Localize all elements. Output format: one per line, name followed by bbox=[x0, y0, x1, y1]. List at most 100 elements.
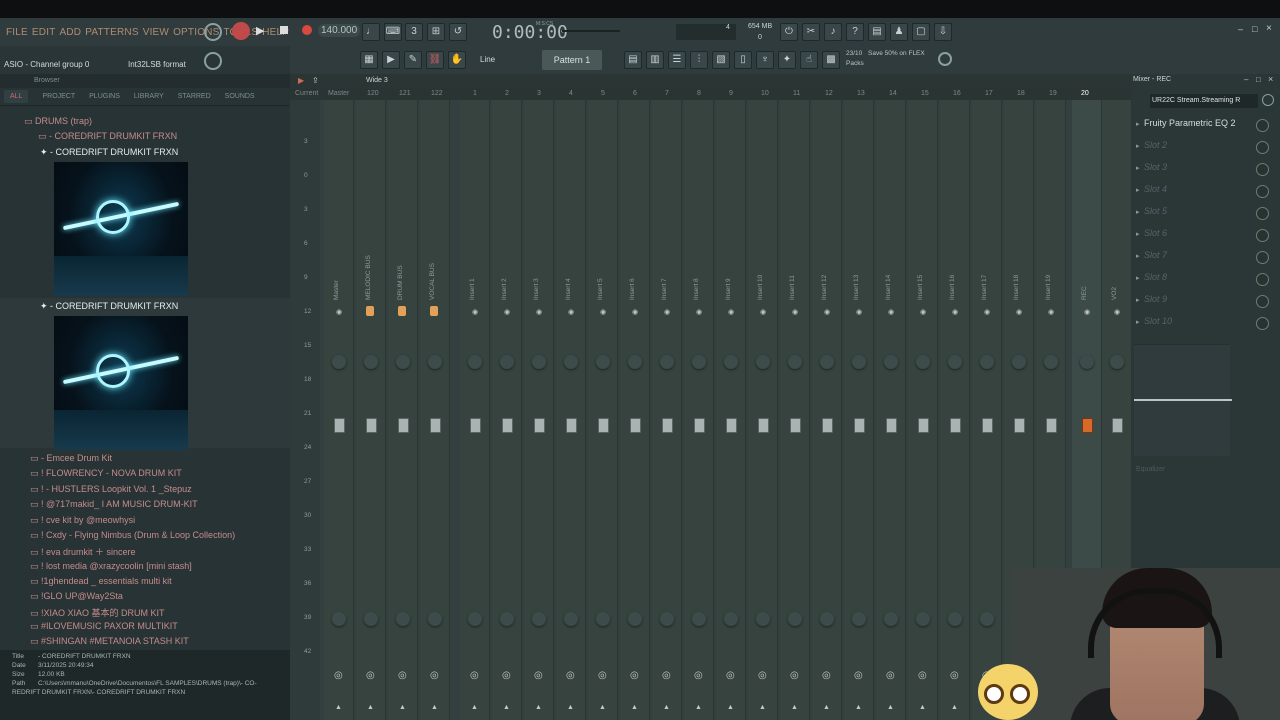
volume-fader[interactable] bbox=[598, 418, 609, 433]
arm-icon[interactable]: ▲ bbox=[855, 704, 862, 711]
pan-knob[interactable] bbox=[852, 355, 866, 369]
folder-item[interactable]: ▭ !1ghendead _ essentials multi kit bbox=[30, 576, 172, 587]
pan-knob[interactable] bbox=[396, 355, 410, 369]
volume-fader[interactable] bbox=[470, 418, 481, 433]
mixer-strip[interactable]: Insert 11 ◉ ◎ ▲ bbox=[780, 100, 810, 720]
pattern-selector[interactable]: Pattern 1 bbox=[542, 50, 602, 70]
insert-slot[interactable]: ▸ Slot 5 bbox=[1132, 204, 1280, 224]
strip-name[interactable]: Master bbox=[333, 250, 340, 300]
mixer-strip[interactable]: Insert 8 ◉ ◎ ▲ bbox=[684, 100, 714, 720]
insert-slot[interactable]: ▸ Slot 4 bbox=[1132, 182, 1280, 202]
folder-item[interactable]: ▭ ! - HUSTLERS Loopkit Vol. 1 _Stepuz bbox=[30, 484, 192, 495]
strip-name[interactable]: Insert 11 bbox=[789, 250, 796, 300]
stamp-icon[interactable]: ✋ bbox=[448, 51, 466, 69]
volume-fader[interactable] bbox=[1014, 418, 1025, 433]
channel-rack-icon[interactable]: ▤ bbox=[624, 51, 642, 69]
fx-toggle-icon[interactable]: ◎ bbox=[398, 670, 407, 681]
stereo-knob[interactable] bbox=[660, 612, 674, 626]
slot-arrow-icon[interactable]: ▸ bbox=[1136, 296, 1140, 304]
mixer-strip[interactable]: VOCAL BUS ◎ ▲ bbox=[420, 100, 450, 720]
pack-item[interactable]: ✦ - COREDRIFT DRUMKIT FRXN bbox=[40, 301, 178, 312]
route-icon[interactable]: ◉ bbox=[984, 308, 990, 316]
record-mode-icon[interactable] bbox=[232, 22, 250, 40]
slot-mix-knob[interactable] bbox=[1256, 295, 1269, 308]
route-icon[interactable]: ◉ bbox=[600, 308, 606, 316]
pan-knob[interactable] bbox=[884, 355, 898, 369]
mixer-strip[interactable]: Insert 2 ◉ ◎ ▲ bbox=[492, 100, 522, 720]
pack-artwork[interactable] bbox=[54, 162, 188, 296]
arm-icon[interactable]: ▲ bbox=[631, 704, 638, 711]
tab-project[interactable]: PROJECT bbox=[42, 93, 75, 100]
strip-name[interactable]: Insert 12 bbox=[821, 250, 828, 300]
pan-knob[interactable] bbox=[948, 355, 962, 369]
knob-icon[interactable] bbox=[204, 52, 222, 70]
volume-fader[interactable] bbox=[566, 418, 577, 433]
pan-knob[interactable] bbox=[724, 355, 738, 369]
tab-library[interactable]: LIBRARY bbox=[134, 93, 164, 100]
pan-knob[interactable] bbox=[532, 355, 546, 369]
promo-text[interactable]: Save 50% on FLEX bbox=[868, 50, 925, 57]
slot-mix-knob[interactable] bbox=[1256, 317, 1269, 330]
mixer-strip[interactable]: Insert 12 ◉ ◎ ▲ bbox=[812, 100, 842, 720]
mixer-strip[interactable]: Insert 3 ◉ ◎ ▲ bbox=[524, 100, 554, 720]
strip-name[interactable]: VOCAL BUS bbox=[429, 250, 436, 300]
fx-toggle-icon[interactable]: ◎ bbox=[662, 670, 671, 681]
volume-fader[interactable] bbox=[662, 418, 673, 433]
strip-name[interactable]: Insert 7 bbox=[661, 250, 668, 300]
fx-toggle-icon[interactable]: ◎ bbox=[430, 670, 439, 681]
slot-label[interactable]: Slot 8 bbox=[1144, 272, 1167, 282]
fx-toggle-icon[interactable]: ◎ bbox=[502, 670, 511, 681]
mixer-strip[interactable]: Insert 7 ◉ ◎ ▲ bbox=[652, 100, 682, 720]
slot-mix-knob[interactable] bbox=[1256, 119, 1269, 132]
mic-icon[interactable]: ♪ bbox=[824, 23, 842, 41]
arm-icon[interactable]: ▲ bbox=[919, 704, 926, 711]
mixer-strip[interactable]: Insert 1 ◉ ◎ ▲ bbox=[460, 100, 490, 720]
stereo-knob[interactable] bbox=[884, 612, 898, 626]
plugin-icon[interactable]: ♟ bbox=[890, 23, 908, 41]
tab-starred[interactable]: STARRED bbox=[178, 93, 211, 100]
strip-name[interactable]: Insert 10 bbox=[757, 250, 764, 300]
route-icon[interactable]: ◉ bbox=[760, 308, 766, 316]
route-icon[interactable]: ◉ bbox=[1016, 308, 1022, 316]
folder-item[interactable]: ▭ !XIAO XIAO 基本的 DRUM KIT bbox=[30, 606, 165, 619]
strip-name[interactable]: Insert 3 bbox=[533, 250, 540, 300]
arm-icon[interactable]: ▲ bbox=[823, 704, 830, 711]
grid-icon[interactable]: ▧ bbox=[712, 51, 730, 69]
arm-icon[interactable]: ▲ bbox=[567, 704, 574, 711]
mixer-strip[interactable]: Insert 5 ◉ ◎ ▲ bbox=[588, 100, 618, 720]
stereo-knob[interactable] bbox=[852, 612, 866, 626]
volume-fader[interactable] bbox=[790, 418, 801, 433]
fx-toggle-icon[interactable]: ◎ bbox=[534, 670, 543, 681]
route-icon[interactable]: ◉ bbox=[336, 308, 342, 316]
stereo-knob[interactable] bbox=[916, 612, 930, 626]
stereo-knob[interactable] bbox=[332, 612, 346, 626]
sheet-icon[interactable]: ▩ bbox=[822, 51, 840, 69]
pan-knob[interactable] bbox=[916, 355, 930, 369]
pack-item-selected[interactable]: ✦ - COREDRIFT DRUMKIT FRXN bbox=[40, 147, 178, 158]
fx-toggle-icon[interactable]: ◎ bbox=[334, 670, 343, 681]
volume-fader[interactable] bbox=[982, 418, 993, 433]
pan-knob[interactable] bbox=[428, 355, 442, 369]
route-icon[interactable]: ◉ bbox=[504, 308, 510, 316]
plugin-picker-icon[interactable]: ♆ bbox=[756, 51, 774, 69]
strip-name[interactable]: Insert 1 bbox=[469, 250, 476, 300]
route-icon[interactable]: ◉ bbox=[888, 308, 894, 316]
strip-name[interactable]: Insert 4 bbox=[565, 250, 572, 300]
slot-mix-knob[interactable] bbox=[1256, 251, 1269, 264]
panel-restore-icon[interactable]: □ bbox=[1256, 75, 1261, 84]
insert-slot[interactable]: ▸ Fruity Parametric EQ 2 bbox=[1132, 116, 1280, 136]
arm-icon[interactable]: ▲ bbox=[887, 704, 894, 711]
stereo-knob[interactable] bbox=[468, 612, 482, 626]
strip-name[interactable]: Insert 8 bbox=[693, 250, 700, 300]
pan-knob[interactable] bbox=[596, 355, 610, 369]
pan-knob[interactable] bbox=[820, 355, 834, 369]
eq-icon[interactable]: ⫶ bbox=[690, 51, 708, 69]
menu-add[interactable]: ADD bbox=[60, 27, 82, 38]
slot-label[interactable]: Slot 3 bbox=[1144, 162, 1167, 172]
slot-label[interactable]: Slot 6 bbox=[1144, 228, 1167, 238]
route-lock-icon[interactable] bbox=[366, 306, 374, 316]
stereo-knob[interactable] bbox=[948, 612, 962, 626]
volume-fader[interactable] bbox=[950, 418, 961, 433]
pan-knob[interactable] bbox=[364, 355, 378, 369]
route-icon[interactable]: ◉ bbox=[728, 308, 734, 316]
